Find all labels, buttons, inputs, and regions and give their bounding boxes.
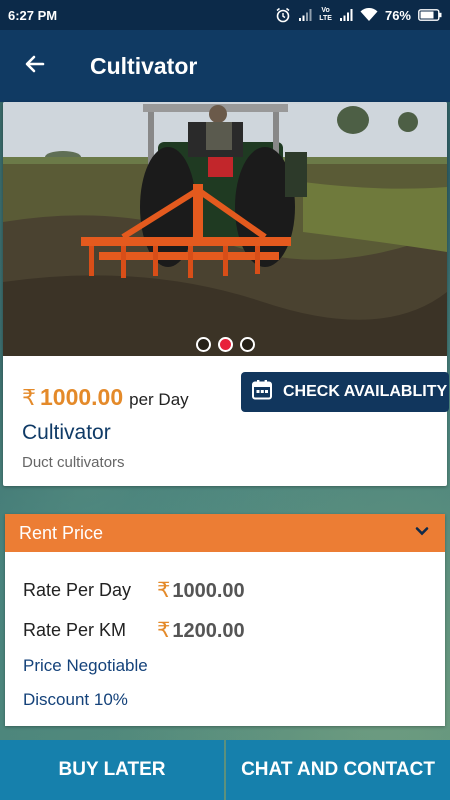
price-value: 1000.00 — [40, 384, 124, 410]
carousel-dot[interactable] — [195, 337, 211, 352]
rate-per-day-value: ₹ 1000.00 — [157, 578, 245, 603]
signal-icon — [339, 8, 353, 22]
arrow-left-icon — [23, 52, 47, 81]
check-availability-label: CHECK AVAILABLITY — [283, 383, 448, 400]
check-availability-button[interactable]: CHECK AVAILABLITY — [241, 372, 449, 412]
status-bar: 6:27 PM Vo LTE 76% — [0, 0, 450, 30]
back-button[interactable] — [0, 30, 70, 102]
carousel-dot[interactable] — [239, 337, 255, 352]
rent-price-card: Rent Price Rate Per Day ₹ 1000.00 Rate P… — [5, 514, 445, 726]
rent-price-header[interactable]: Rent Price — [5, 514, 445, 552]
bottom-action-bar: BUY LATER CHAT AND CONTACT — [0, 740, 450, 800]
rent-price-title: Rent Price — [19, 522, 104, 543]
buy-later-button[interactable]: BUY LATER — [0, 740, 224, 800]
rate-per-km-amount: 1200.00 — [172, 620, 245, 642]
product-image-carousel[interactable] — [3, 102, 447, 356]
page-title: Cultivator — [90, 52, 198, 79]
product-card: ₹ 1000.00 per Day Cultivator Duct cultiv… — [3, 102, 447, 486]
rupee-icon: ₹ — [22, 386, 36, 411]
product-subtitle: Duct cultivators — [22, 454, 125, 471]
discount-text: Discount 10% — [23, 690, 128, 709]
rate-per-km-row: Rate Per KM ₹ 1200.00 — [23, 618, 245, 643]
price-row: ₹ 1000.00 per Day — [22, 384, 189, 411]
price-negotiable-text: Price Negotiable — [23, 656, 148, 675]
chevron-down-icon[interactable] — [413, 522, 431, 545]
calendar-icon — [251, 379, 273, 406]
rate-per-day-amount: 1000.00 — [172, 580, 245, 602]
rate-per-day-label: Rate Per Day — [23, 580, 132, 600]
product-name: Cultivator — [22, 421, 111, 444]
rate-per-km-value: ₹ 1200.00 — [157, 618, 245, 643]
rate-per-day-row: Rate Per Day ₹ 1000.00 — [23, 578, 245, 603]
carousel-dot-active[interactable] — [217, 337, 233, 352]
status-time: 6:27 PM — [8, 7, 58, 23]
rupee-icon: ₹ — [157, 618, 171, 642]
rate-per-km-label: Rate Per KM — [23, 620, 127, 640]
rupee-icon: ₹ — [157, 578, 171, 602]
volte-icon: Vo LTE — [319, 7, 332, 22]
price-unit: per Day — [129, 390, 189, 409]
battery-percent: 76% — [384, 7, 411, 23]
wifi-icon — [360, 8, 378, 22]
carousel-indicators — [3, 337, 447, 352]
product-image — [3, 102, 447, 356]
chat-and-contact-button[interactable]: CHAT AND CONTACT — [226, 740, 450, 800]
battery-icon — [418, 9, 442, 21]
app-bar: Cultivator — [0, 30, 450, 102]
alarm-icon — [275, 7, 291, 23]
signal-icon — [298, 8, 312, 22]
